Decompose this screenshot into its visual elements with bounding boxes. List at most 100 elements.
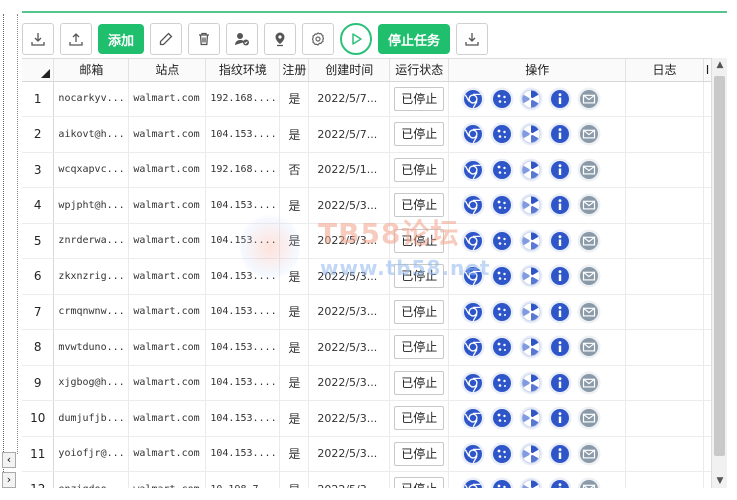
chrome-icon[interactable] <box>461 158 485 182</box>
left-splitter[interactable]: ‹ › <box>0 0 20 500</box>
export-button[interactable] <box>60 23 92 55</box>
mail-icon[interactable] <box>577 122 601 146</box>
cookie-icon[interactable] <box>490 300 514 324</box>
chrome-icon[interactable] <box>461 87 485 111</box>
chrome-icon[interactable] <box>461 477 485 488</box>
info-icon[interactable] <box>548 122 572 146</box>
row-index[interactable]: 3 <box>22 152 55 188</box>
mail-icon[interactable] <box>577 264 601 288</box>
row-index[interactable]: 1 <box>22 81 55 117</box>
mail-icon[interactable] <box>577 477 601 488</box>
fan-icon[interactable] <box>519 335 543 359</box>
status-button[interactable]: 已停止 <box>394 228 445 253</box>
table-row[interactable]: 1 nocarkyv... walmart.com 192.168.... 是 2022/… <box>22 81 712 117</box>
mail-icon[interactable] <box>577 442 601 466</box>
edit-button[interactable] <box>150 23 183 55</box>
status-button[interactable]: 已停止 <box>394 335 445 360</box>
settings-button[interactable] <box>302 23 335 55</box>
info-icon[interactable] <box>548 300 572 324</box>
scroll-up-icon[interactable]: ▲ <box>712 58 728 72</box>
chrome-icon[interactable] <box>461 406 485 430</box>
fan-icon[interactable] <box>519 229 543 253</box>
expand-right-arrow-icon[interactable]: › <box>2 472 16 488</box>
cookie-icon[interactable] <box>490 229 514 253</box>
header-email[interactable]: 邮箱 <box>53 59 130 82</box>
table-row[interactable]: 2 aikovt@h... walmart.com 104.153.... 是 2022/… <box>22 116 712 153</box>
table-row[interactable]: 4 wpjpht@h... walmart.com 104.153.... 是 2022/… <box>22 187 712 224</box>
table-row[interactable]: 5 znrderwa... walmart.com 104.153.... 是 2022/… <box>22 223 712 259</box>
header-actions[interactable]: 操作 <box>448 59 627 82</box>
mail-icon[interactable] <box>577 158 601 182</box>
fan-icon[interactable] <box>519 371 543 395</box>
mail-icon[interactable] <box>577 335 601 359</box>
chrome-icon[interactable] <box>461 264 485 288</box>
info-icon[interactable] <box>548 406 572 430</box>
cookie-icon[interactable] <box>490 406 514 430</box>
row-index[interactable]: 9 <box>22 365 55 401</box>
cookie-icon[interactable] <box>490 477 514 488</box>
scroll-thumb[interactable] <box>714 76 725 456</box>
fan-icon[interactable] <box>519 264 543 288</box>
download-button[interactable] <box>456 23 489 55</box>
header-site[interactable]: 站点 <box>128 59 207 82</box>
table-row[interactable]: 11 yoiofjr@... walmart.com 104.153.... 是 2022… <box>22 436 712 472</box>
row-index[interactable]: 10 <box>22 400 55 437</box>
header-run-status[interactable]: 运行状态 <box>389 59 450 82</box>
info-icon[interactable] <box>548 158 572 182</box>
header-fingerprint-env[interactable]: 指纹环境 <box>205 59 281 82</box>
cookie-icon[interactable] <box>490 158 514 182</box>
row-index[interactable]: 4 <box>22 187 55 224</box>
row-index[interactable]: 8 <box>22 329 55 366</box>
status-button[interactable]: 已停止 <box>394 406 445 431</box>
cookie-icon[interactable] <box>490 122 514 146</box>
cookie-icon[interactable] <box>490 193 514 217</box>
cookie-icon[interactable] <box>490 264 514 288</box>
header-log[interactable]: 日志 <box>625 59 704 82</box>
fan-icon[interactable] <box>519 477 543 488</box>
status-button[interactable]: 已停止 <box>394 122 445 147</box>
fan-icon[interactable] <box>519 300 543 324</box>
row-index[interactable]: 6 <box>22 258 55 295</box>
select-all-corner[interactable] <box>22 59 55 82</box>
fan-icon[interactable] <box>519 193 543 217</box>
mail-icon[interactable] <box>577 371 601 395</box>
fan-icon[interactable] <box>519 406 543 430</box>
table-row[interactable]: 6 zkxnzrig... walmart.com 104.153.... 是 2022/… <box>22 258 712 295</box>
info-icon[interactable] <box>548 371 572 395</box>
table-row[interactable]: 3 wcqxapvc... walmart.com 192.168.... 否 2022/… <box>22 152 712 188</box>
chrome-icon[interactable] <box>461 122 485 146</box>
mail-icon[interactable] <box>577 229 601 253</box>
fan-icon[interactable] <box>519 158 543 182</box>
header-registered[interactable]: 注册 <box>279 59 310 82</box>
cookie-icon[interactable] <box>490 442 514 466</box>
table-row[interactable]: 8 mvwtduno... walmart.com 104.153.... 是 2022/… <box>22 329 712 366</box>
row-index[interactable]: 7 <box>22 294 55 330</box>
table-row[interactable]: 7 crmqnwnw... walmart.com 104.153.... 是 2022/… <box>22 294 712 330</box>
vertical-scrollbar[interactable]: ▲ ▼ <box>711 58 727 488</box>
status-button[interactable]: 已停止 <box>394 264 445 289</box>
status-button[interactable]: 已停止 <box>394 441 445 466</box>
delete-button[interactable] <box>188 23 221 55</box>
cookie-icon[interactable] <box>490 335 514 359</box>
row-index[interactable]: 11 <box>22 436 55 472</box>
table-row[interactable]: 12enzigdoo...walmart.com10.198.7...是2022… <box>22 471 712 488</box>
info-icon[interactable] <box>548 442 572 466</box>
chrome-icon[interactable] <box>461 442 485 466</box>
import-button[interactable] <box>22 23 54 55</box>
row-index[interactable]: 2 <box>22 116 55 153</box>
fan-icon[interactable] <box>519 442 543 466</box>
info-icon[interactable] <box>548 193 572 217</box>
chrome-icon[interactable] <box>461 193 485 217</box>
mail-icon[interactable] <box>577 406 601 430</box>
mail-icon[interactable] <box>577 87 601 111</box>
header-created-time[interactable]: 创建时间 <box>308 59 391 82</box>
add-button[interactable]: 添加 <box>98 24 145 54</box>
info-icon[interactable] <box>548 229 572 253</box>
status-button[interactable]: 已停止 <box>394 477 445 488</box>
collapse-left-arrow-icon[interactable]: ‹ <box>2 452 16 468</box>
stop-task-button[interactable]: 停止任务 <box>378 24 451 54</box>
info-icon[interactable] <box>548 264 572 288</box>
chrome-icon[interactable] <box>461 300 485 324</box>
info-icon[interactable] <box>548 87 572 111</box>
cookie-icon[interactable] <box>490 371 514 395</box>
